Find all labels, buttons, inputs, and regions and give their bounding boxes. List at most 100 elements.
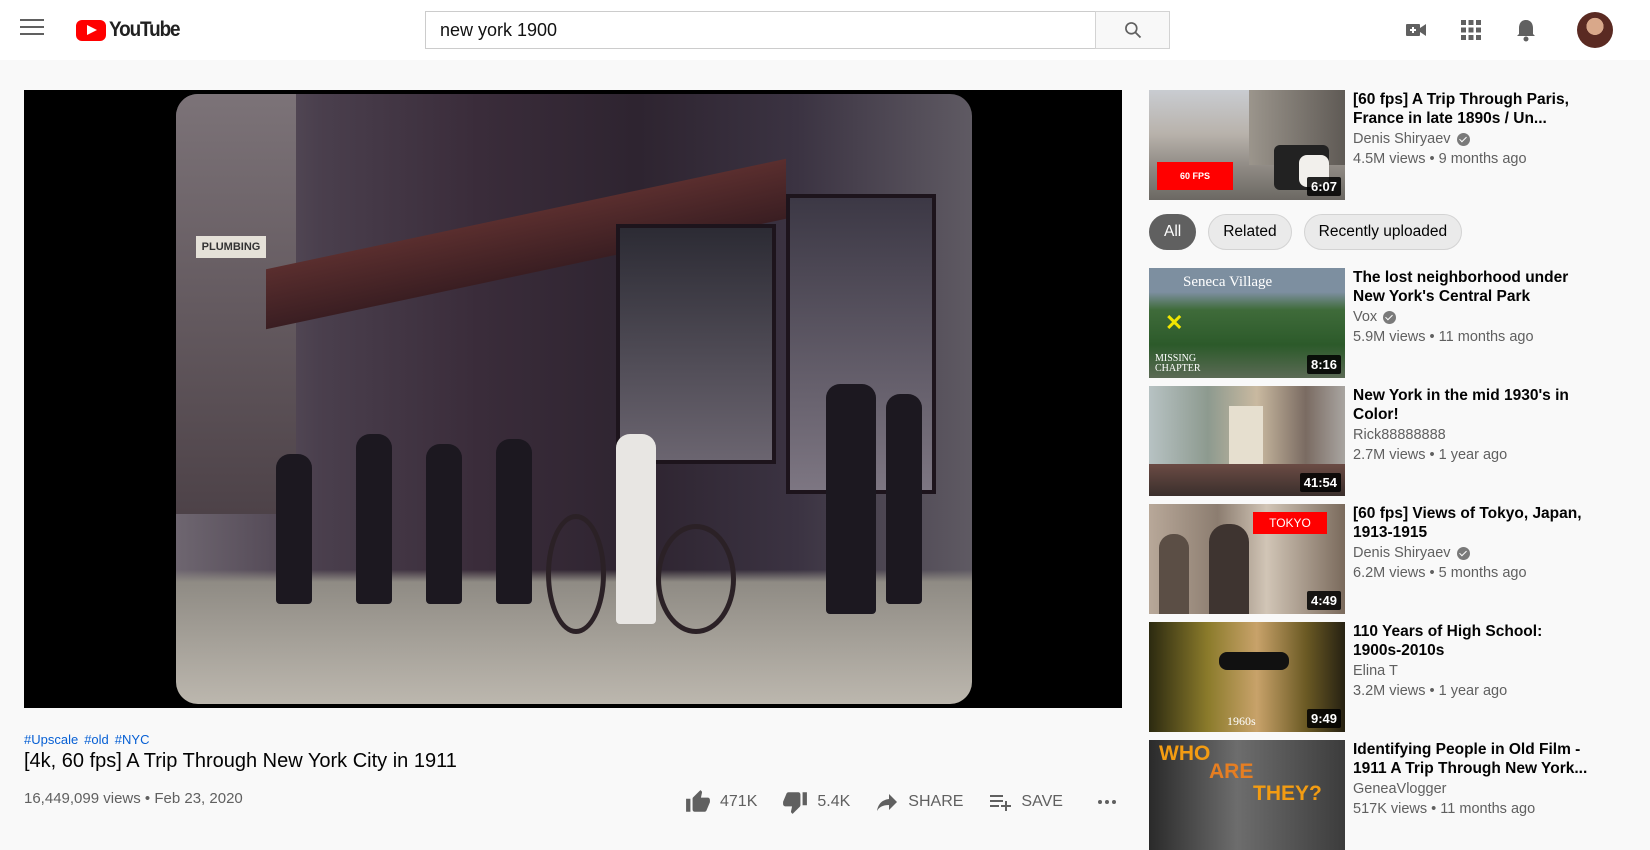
frame-window: [616, 224, 776, 464]
video-duration: 4:49: [1306, 591, 1341, 610]
video-title: Identifying People in Old Film - 1911 A …: [1353, 741, 1588, 777]
apps-grid-icon[interactable]: [1457, 16, 1485, 44]
frame-person: [886, 394, 922, 604]
dislike-button[interactable]: 5.4K: [781, 789, 850, 815]
thumb-title-text: Seneca Village: [1183, 274, 1273, 290]
video-duration: 8:16: [1306, 355, 1341, 374]
video-duration: 41:54: [1299, 473, 1341, 492]
verified-check-icon: [1456, 132, 1470, 146]
channel-name: Denis Shiryaev: [1353, 131, 1589, 147]
video-stats: 3.2M views • 1 year ago: [1353, 683, 1508, 699]
top-bar: YouTube: [0, 0, 1650, 60]
video-title: New York in the mid 1930's in Color!: [1353, 387, 1569, 423]
like-count: 471K: [720, 793, 758, 810]
search-input[interactable]: [425, 11, 1095, 49]
thumb-subtitle-text: MISSING CHAPTER: [1155, 353, 1201, 374]
recommended-video[interactable]: Seneca Village ✕ MISSING CHAPTER 8:16 Th…: [1149, 268, 1589, 378]
video-title: 110 Years of High School: 1900s-2010s: [1353, 623, 1543, 659]
verified-check-icon: [1383, 310, 1397, 324]
video-frame: PLUMBING: [176, 94, 972, 704]
frame-person: [826, 384, 876, 614]
channel-label: Elina T: [1353, 663, 1398, 679]
video-stats: 5.9M views • 11 months ago: [1353, 329, 1534, 345]
chip-recently-uploaded[interactable]: Recently uploaded: [1303, 214, 1463, 250]
video-title: The lost neighborhood under New York's C…: [1353, 269, 1569, 305]
video-stats: 4.5M views • 9 months ago: [1353, 151, 1527, 167]
verified-check-icon: [1456, 546, 1470, 560]
video-player[interactable]: PLUMBING: [24, 90, 1122, 708]
channel-name: Vox: [1353, 309, 1589, 325]
video-stats: 517K views • 11 months ago: [1353, 801, 1536, 817]
channel-label: Vox: [1353, 309, 1378, 325]
logo-text: YouTube: [109, 18, 181, 41]
video-actions: 471K 5.4K SHARE SAVE: [684, 787, 1127, 817]
video-stats: 6.2M views • 5 months ago: [1353, 565, 1527, 581]
recommended-video[interactable]: WHO ARE THEY? Identifying People in Old …: [1149, 740, 1589, 850]
filter-chips: All Related Recently uploaded: [1149, 214, 1463, 250]
fps-badge: 60 FPS: [1157, 162, 1233, 190]
video-info: Identifying People in Old Film - 1911 A …: [1353, 740, 1589, 817]
recommended-video[interactable]: 1960s 9:49 110 Years of High School: 190…: [1149, 622, 1589, 732]
save-button[interactable]: SAVE: [987, 790, 1063, 814]
notifications-bell-icon[interactable]: [1512, 16, 1540, 44]
recommended-video[interactable]: 60 FPS 6:07 [60 fps] A Trip Through Pari…: [1149, 90, 1589, 200]
video-title: [60 fps] Views of Tokyo, Japan, 1913-191…: [1353, 505, 1582, 541]
hashtags: #Upscale #old #NYC: [24, 732, 149, 747]
thumb-text: WHO: [1159, 742, 1211, 765]
frame-person: [426, 444, 462, 604]
video-thumbnail: WHO ARE THEY?: [1149, 740, 1345, 850]
menu-icon[interactable]: [20, 19, 44, 37]
save-label: SAVE: [1021, 793, 1063, 810]
frame-cart-wheel: [546, 514, 606, 634]
thumb-person: [1209, 524, 1249, 614]
youtube-logo[interactable]: YouTube: [76, 18, 187, 42]
thumb-sunglasses: [1219, 652, 1289, 670]
frame-sign: PLUMBING: [196, 236, 266, 258]
video-meta: 16,449,099 views • Feb 23, 2020: [24, 790, 243, 807]
like-button[interactable]: 471K: [684, 789, 757, 815]
share-label: SHARE: [908, 793, 964, 810]
video-info: 110 Years of High School: 1900s-2010s El…: [1353, 622, 1589, 699]
channel-label: GeneaVlogger: [1353, 781, 1447, 797]
channel-name: Elina T: [1353, 663, 1589, 679]
avatar[interactable]: [1577, 12, 1613, 48]
video-info: [60 fps] Views of Tokyo, Japan, 1913-191…: [1353, 504, 1589, 581]
channel-name: Rick88888888: [1353, 427, 1589, 443]
youtube-play-icon: [76, 19, 106, 41]
frame-person: [356, 434, 392, 604]
frame-cart-wheel: [656, 524, 736, 634]
create-video-icon[interactable]: [1402, 16, 1430, 44]
share-button[interactable]: SHARE: [874, 790, 963, 814]
frame-person: [496, 439, 532, 604]
video-info: [60 fps] A Trip Through Paris, France in…: [1353, 90, 1589, 167]
chip-all[interactable]: All: [1149, 214, 1197, 250]
frame-person: [616, 434, 656, 624]
hashtag-link[interactable]: #NYC: [115, 732, 150, 747]
more-actions-button[interactable]: [1095, 790, 1127, 814]
thumb-x-mark: ✕: [1165, 310, 1184, 335]
video-thumbnail: 60 FPS 6:07: [1149, 90, 1345, 200]
recommended-video[interactable]: TOKYO 4:49 [60 fps] Views of Tokyo, Japa…: [1149, 504, 1589, 614]
thumb-decade-text: 1960s: [1227, 714, 1256, 728]
recommended-video[interactable]: 41:54 New York in the mid 1930's in Colo…: [1149, 386, 1589, 496]
channel-label: Rick88888888: [1353, 427, 1446, 443]
meta-separator: •: [144, 790, 151, 807]
search-button[interactable]: [1095, 11, 1170, 49]
more-horizontal-icon: [1097, 800, 1116, 804]
video-duration: 6:07: [1306, 177, 1341, 196]
thumb-text: THEY?: [1253, 782, 1322, 805]
hashtag-link[interactable]: #old: [84, 732, 109, 747]
video-title: [4k, 60 fps] A Trip Through New York Cit…: [24, 750, 457, 772]
video-thumbnail: TOKYO 4:49: [1149, 504, 1345, 614]
thumb-sign: [1229, 406, 1263, 466]
share-icon: [877, 794, 898, 811]
view-count: 16,449,099 views: [24, 790, 141, 807]
chip-related[interactable]: Related: [1208, 214, 1292, 250]
channel-name: GeneaVlogger: [1353, 781, 1589, 797]
frame-person: [276, 454, 312, 604]
thumbs-up-icon: [686, 790, 710, 812]
hashtag-link[interactable]: #Upscale: [24, 732, 78, 747]
thumb-person: [1159, 534, 1189, 614]
video-title: [60 fps] A Trip Through Paris, France in…: [1353, 91, 1569, 127]
channel-label: Denis Shiryaev: [1353, 131, 1451, 147]
